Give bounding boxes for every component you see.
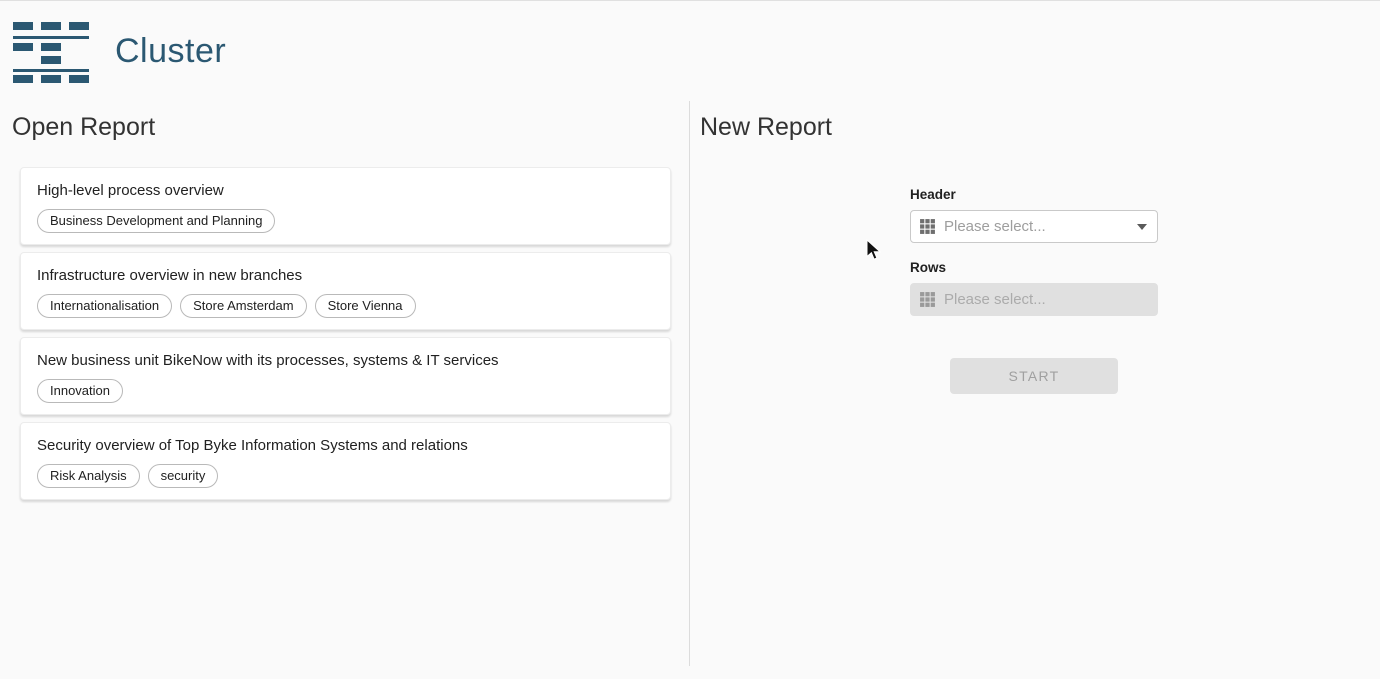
report-title: New business unit BikeNow with its proce… [37,351,654,370]
report-tags: Risk Analysis security [37,464,654,488]
report-tag: Store Amsterdam [180,294,306,318]
brand-title: Cluster [115,32,226,71]
header-select-placeholder: Please select... [944,218,1046,235]
report-card[interactable]: High-level process overview Business Dev… [20,167,671,245]
report-card[interactable]: New business unit BikeNow with its proce… [20,337,671,415]
rows-select-placeholder: Please select... [944,291,1046,308]
report-tag: Store Vienna [315,294,416,318]
rows-field-label: Rows [910,260,1158,275]
new-report-heading: New Report [700,113,1380,141]
report-tags: Innovation [37,379,654,403]
grid-icon [919,218,936,235]
header-select[interactable]: Please select... [910,210,1158,243]
report-tag: Risk Analysis [37,464,140,488]
report-tag: Innovation [37,379,123,403]
report-card[interactable]: Infrastructure overview in new branches … [20,252,671,330]
new-report-panel: New Report Header Please select... [690,101,1380,679]
report-tags: Internationalisation Store Amsterdam Store… [37,294,654,318]
report-list: High-level process overview Business Dev… [20,167,671,500]
open-report-panel: Open Report High-level process overview … [0,101,689,679]
new-report-form: Header Please select... Rows [910,187,1158,394]
start-button[interactable]: START [950,358,1118,394]
report-card[interactable]: Security overview of Top Byke Informatio… [20,422,671,500]
header-field-label: Header [910,187,1158,202]
report-title: Infrastructure overview in new branches [37,266,654,285]
report-tag: security [148,464,219,488]
report-tag: Internationalisation [37,294,172,318]
grid-icon [919,291,936,308]
report-title: Security overview of Top Byke Informatio… [37,436,654,455]
cluster-logo-icon [13,22,89,80]
report-tag: Business Development and Planning [37,209,275,233]
chevron-down-icon [1137,224,1147,230]
report-title: High-level process overview [37,181,654,200]
rows-select[interactable]: Please select... [910,283,1158,316]
top-bar: Cluster [0,1,1380,101]
report-tags: Business Development and Planning [37,209,654,233]
open-report-heading: Open Report [12,113,689,141]
